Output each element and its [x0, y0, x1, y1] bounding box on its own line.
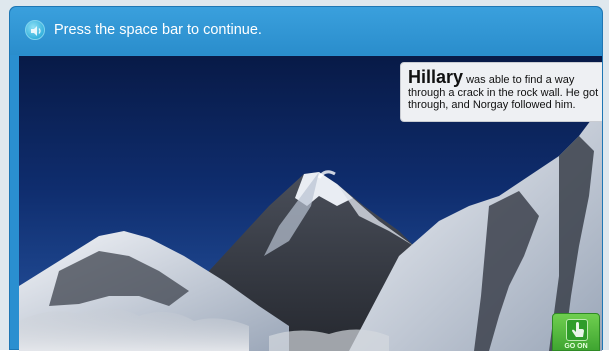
go-on-button[interactable]: GO ON — [552, 313, 600, 351]
go-on-label: GO ON — [564, 343, 588, 350]
mountain-photo: Hillary was able to find a way through a… — [19, 56, 602, 351]
instruction-bar: Press the space bar to continue. — [10, 7, 602, 55]
lesson-panel: Press the space bar to continue. Hillary… — [9, 6, 603, 351]
caption-lead-word: Hillary — [408, 67, 464, 87]
story-caption: Hillary was able to find a way through a… — [400, 62, 602, 122]
app-window: Press the space bar to continue. Hillary… — [0, 0, 609, 351]
instruction-text: Press the space bar to continue. — [54, 22, 262, 38]
speaker-icon[interactable] — [25, 20, 45, 40]
hand-pointer-icon — [566, 319, 588, 341]
